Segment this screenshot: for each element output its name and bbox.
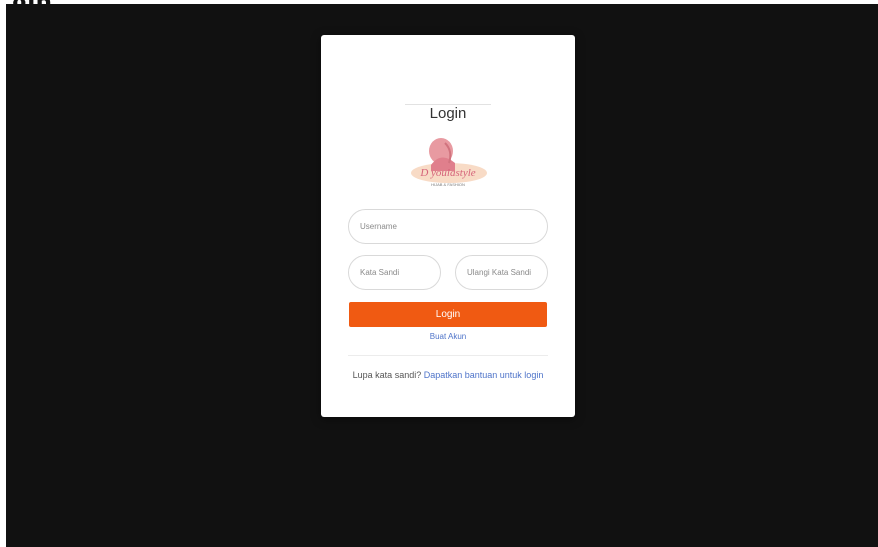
login-card: Login D youlastyle HIJAB & FASHION Login… (321, 35, 575, 417)
brand-logo-icon: D youlastyle HIJAB & FASHION (411, 138, 487, 187)
login-button[interactable]: Login (349, 302, 547, 327)
password-input[interactable] (348, 255, 441, 290)
repeat-password-input[interactable] (455, 255, 548, 290)
help-row: Lupa kata sandi? Dapatkan bantuan untuk … (321, 370, 575, 380)
username-input[interactable] (348, 209, 548, 244)
create-account-link[interactable]: Buat Akun (321, 332, 575, 341)
login-help-link[interactable]: Dapatkan bantuan untuk login (424, 370, 544, 380)
logo-brand-text: D youlastyle (419, 167, 475, 179)
forgot-password-text: Lupa kata sandi? (352, 370, 422, 380)
brand-logo: D youlastyle HIJAB & FASHION (405, 107, 491, 199)
logo-tagline-text: HIJAB & FASHION (431, 182, 465, 187)
footer-divider (348, 355, 548, 356)
